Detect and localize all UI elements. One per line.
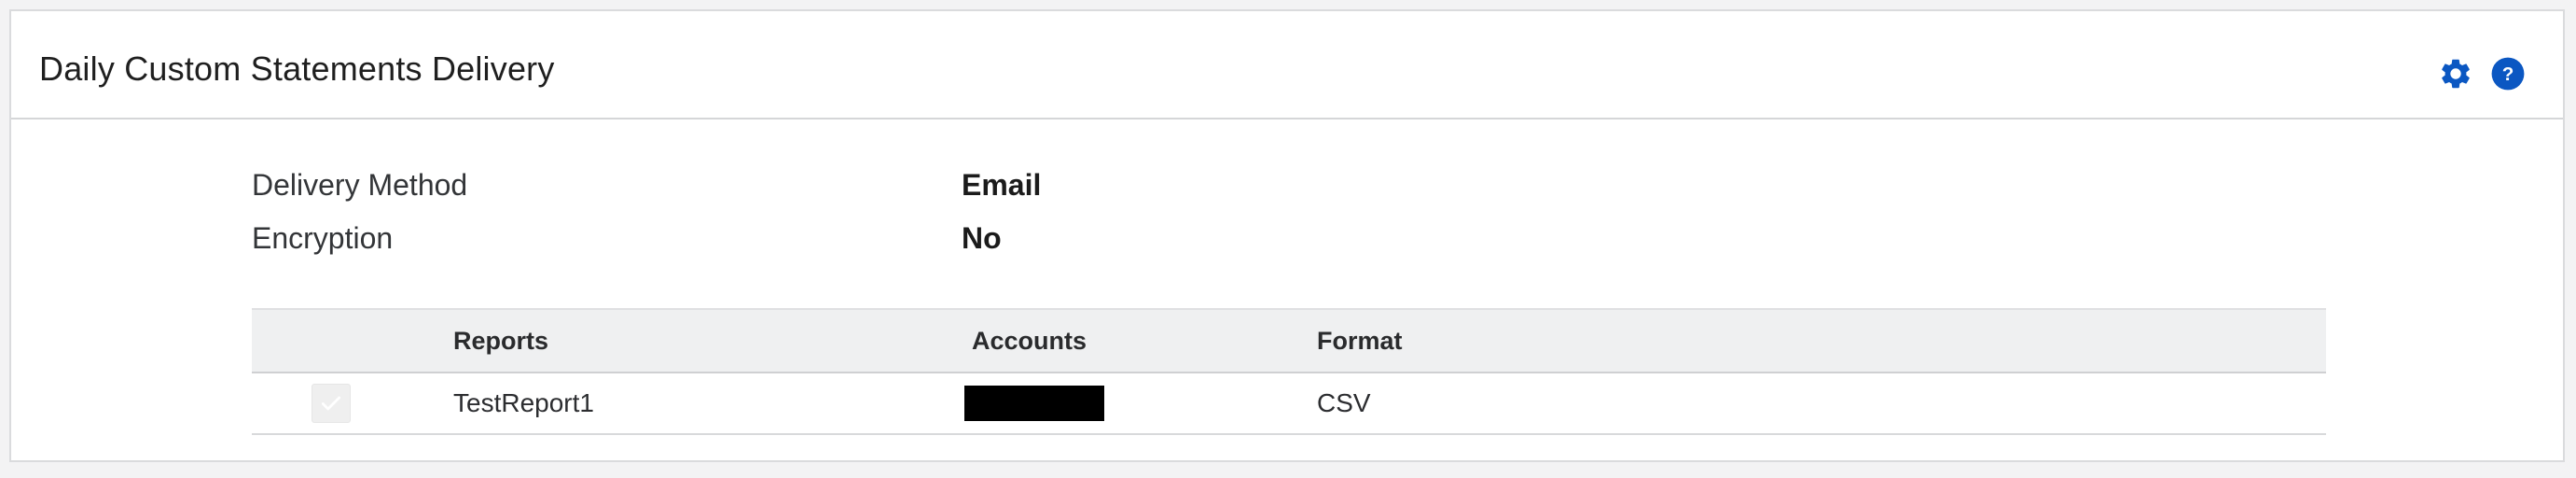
- delivery-settings: Delivery Method Email Encryption No: [252, 170, 1371, 276]
- settings-button[interactable]: [2438, 56, 2473, 91]
- svg-text:?: ?: [2502, 63, 2514, 85]
- card-title: Daily Custom Statements Delivery: [39, 49, 555, 88]
- reports-table: Reports Accounts Format TestReport1 CSV: [252, 308, 2326, 435]
- check-icon: [321, 396, 341, 411]
- setting-delivery-method: Delivery Method Email: [252, 170, 1371, 223]
- statements-delivery-card: Daily Custom Statements Delivery ? Deliv…: [9, 9, 2565, 462]
- gear-icon: [2442, 59, 2470, 89]
- table-row: TestReport1 CSV: [252, 373, 2326, 435]
- column-header-accounts: Accounts: [972, 308, 1317, 373]
- redacted-accounts: [964, 386, 1104, 421]
- setting-value: No: [962, 221, 1002, 255]
- column-header-select: [252, 308, 453, 373]
- setting-label: Encryption: [252, 221, 394, 255]
- row-checkbox[interactable]: [312, 384, 351, 423]
- report-name-cell: TestReport1: [453, 373, 972, 435]
- setting-encryption: Encryption No: [252, 223, 1371, 276]
- card-header: Daily Custom Statements Delivery ?: [11, 11, 2563, 120]
- setting-value: Email: [962, 168, 1042, 202]
- setting-label: Delivery Method: [252, 168, 468, 202]
- select-cell: [252, 373, 453, 435]
- table-header-row: Reports Accounts Format: [252, 308, 2326, 373]
- column-header-reports: Reports: [453, 308, 972, 373]
- help-button[interactable]: ?: [2490, 56, 2526, 91]
- help-icon: ?: [2491, 57, 2525, 91]
- column-header-format: Format: [1317, 308, 2326, 373]
- format-cell: CSV: [1317, 373, 2326, 435]
- header-actions: ?: [2438, 56, 2526, 91]
- accounts-cell: [964, 373, 1317, 435]
